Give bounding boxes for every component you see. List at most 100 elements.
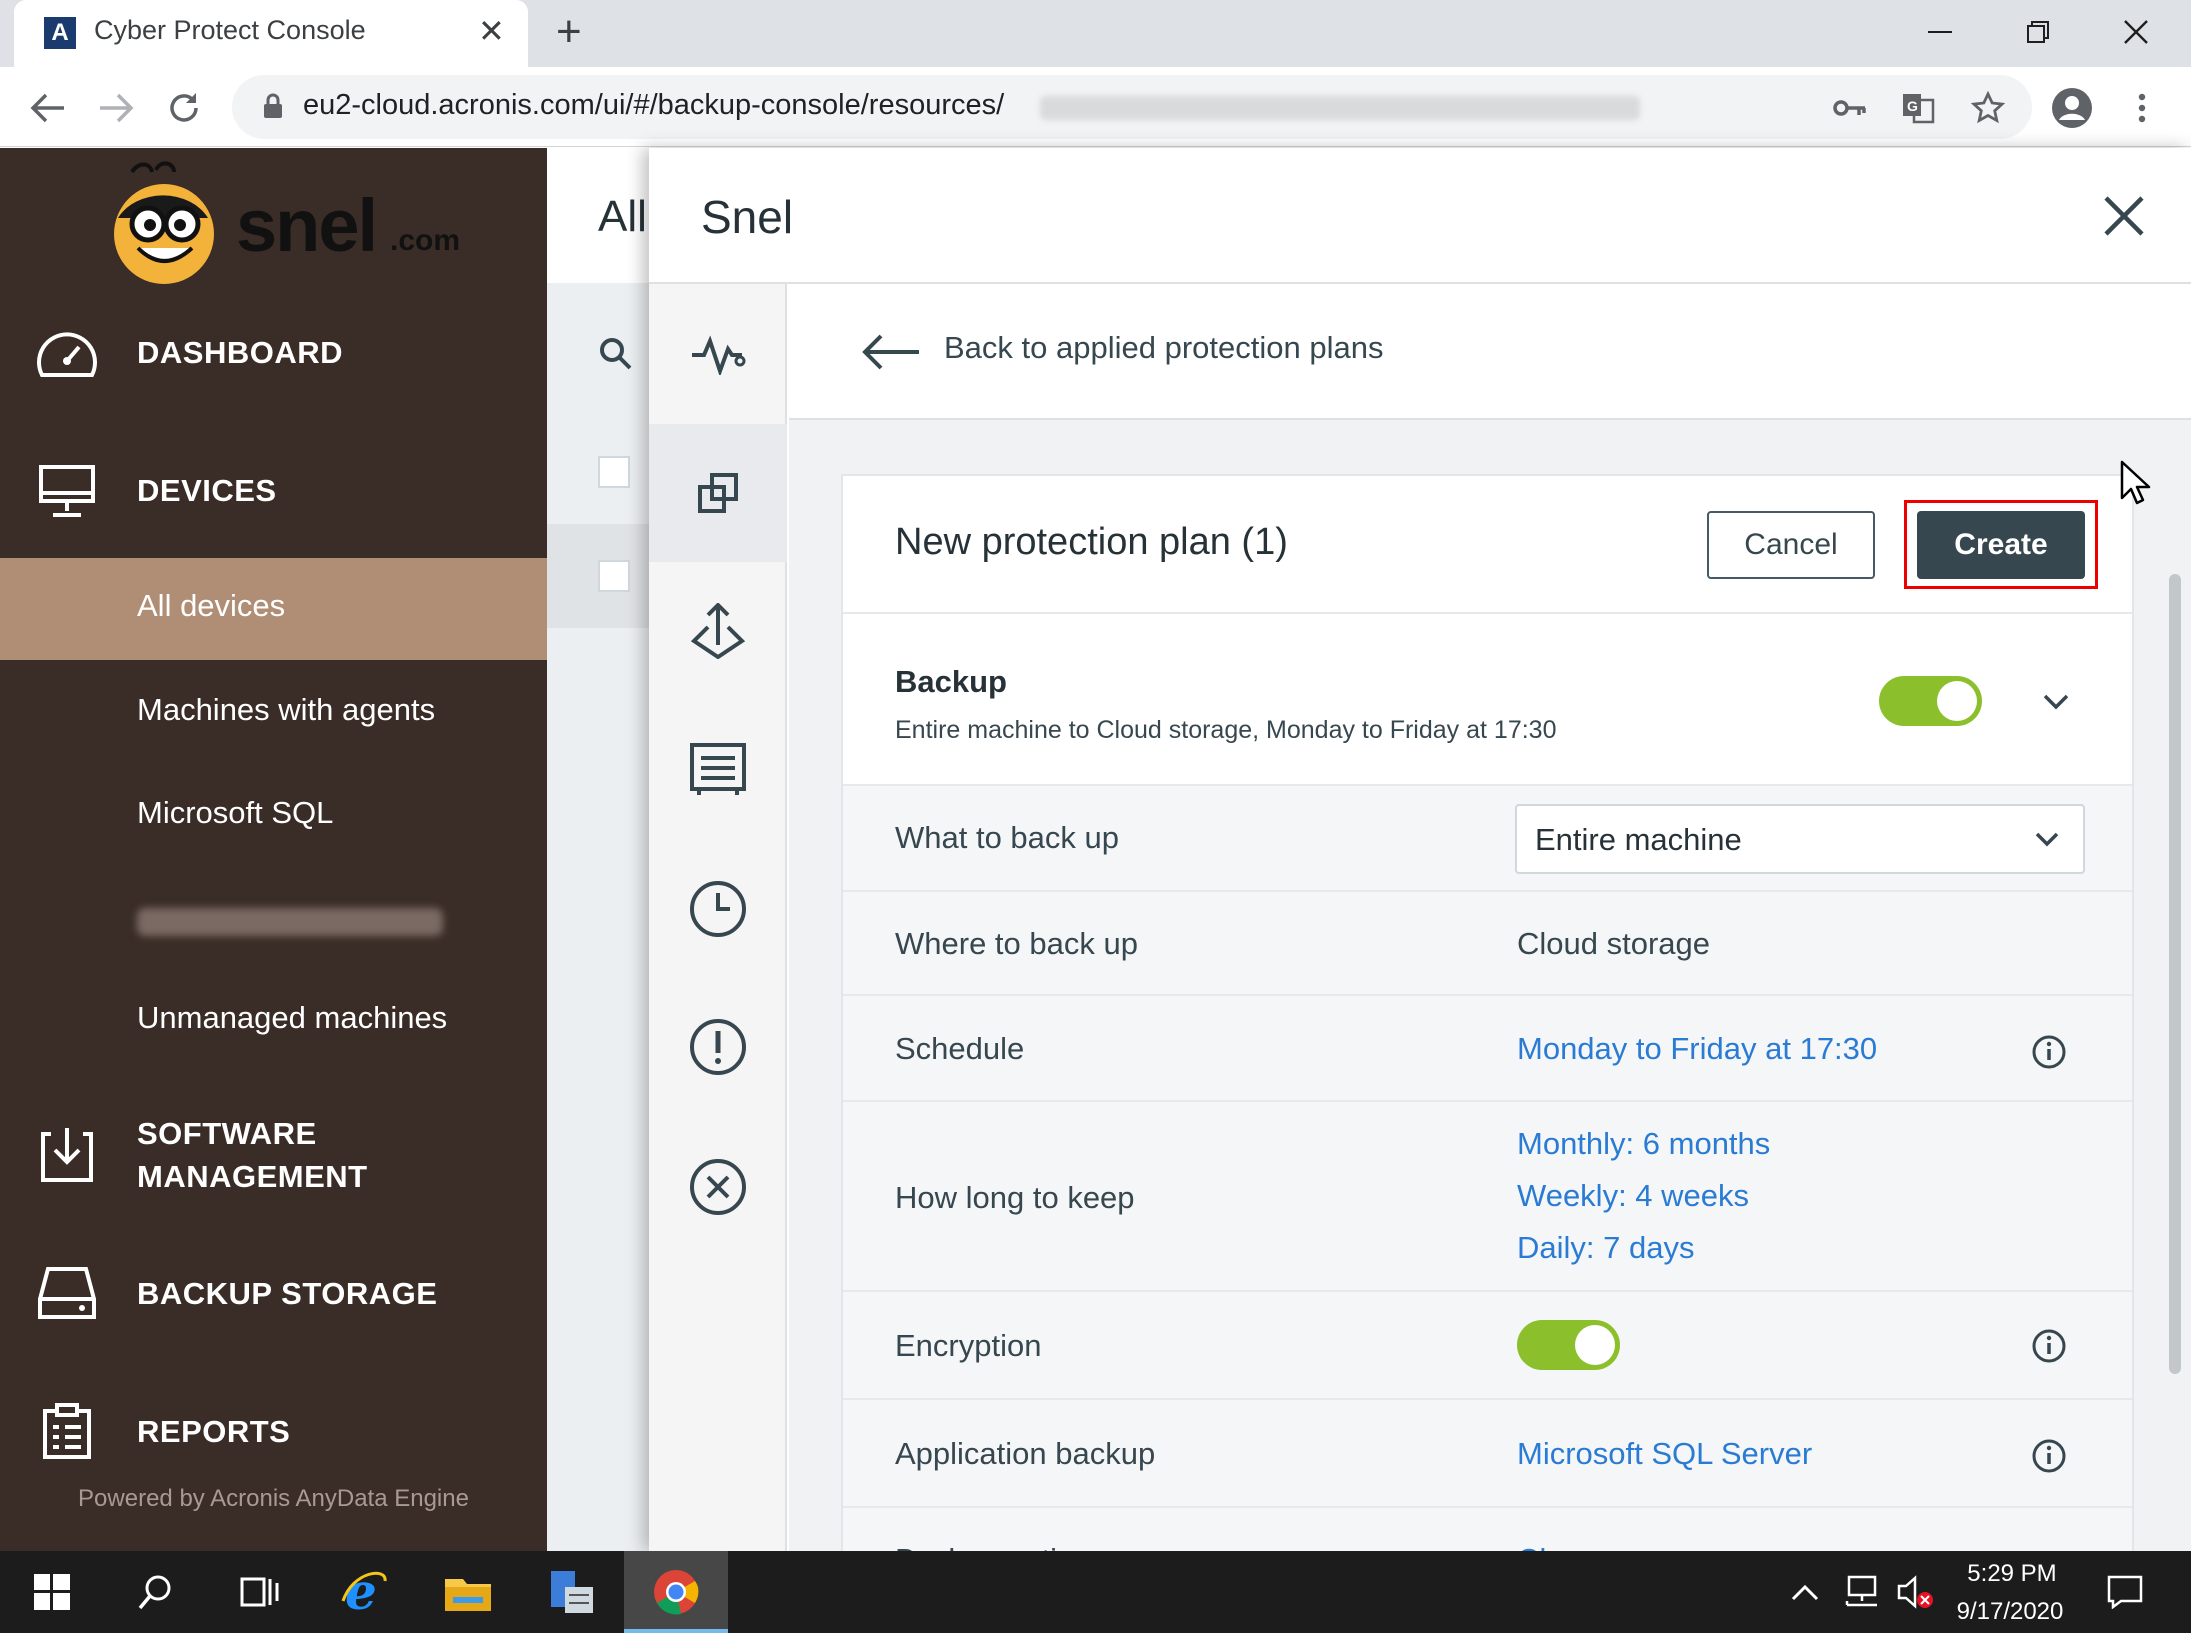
close-icon[interactable]	[2094, 186, 2154, 246]
logo-text: snel	[236, 184, 378, 267]
panel-title: Snel	[701, 191, 794, 243]
translate-icon[interactable]: G	[1896, 86, 1940, 130]
info-icon[interactable]	[2031, 1328, 2067, 1364]
select-all-checkbox[interactable]	[598, 456, 630, 488]
taskbar-date[interactable]: 9/17/2020	[1950, 1598, 2070, 1626]
schedule-link[interactable]: Monday to Friday at 17:30	[1517, 1031, 1877, 1067]
panel-icon-bar	[649, 284, 787, 1551]
minimize-icon[interactable]	[1905, 6, 1975, 58]
row-checkbox[interactable]	[598, 560, 630, 592]
volume-muted-icon[interactable]	[1890, 1551, 1940, 1633]
nav-reports-label: REPORTS	[137, 1414, 291, 1449]
history-clock-icon[interactable]	[649, 840, 787, 978]
tab-close-icon[interactable]: ✕	[478, 12, 505, 50]
nav-backup-storage-label: BACKUP STORAGE	[137, 1276, 438, 1311]
report-clipboard-icon	[32, 1396, 102, 1466]
what-to-backup-select[interactable]: Entire machine	[1515, 804, 2085, 874]
encryption-row: Encryption	[843, 1290, 2132, 1398]
back-arrow-icon[interactable]	[861, 332, 921, 372]
internet-explorer-icon[interactable]: e	[312, 1551, 416, 1633]
file-explorer-icon[interactable]	[416, 1551, 520, 1633]
chevron-down-icon[interactable]	[2041, 692, 2071, 712]
where-to-backup-row: Where to back up Cloud storage	[843, 890, 2132, 994]
profile-avatar-icon[interactable]	[2050, 86, 2094, 130]
nav-dashboard-label: DASHBOARD	[137, 335, 343, 370]
cancel-button[interactable]: Cancel	[1707, 511, 1875, 579]
where-to-backup-label: Where to back up	[895, 926, 1138, 961]
back-link-row[interactable]: Back to applied protection plans	[789, 284, 2191, 420]
restore-icon[interactable]	[2003, 6, 2073, 58]
nav-unmanaged-machines[interactable]: Unmanaged machines	[0, 970, 547, 1072]
notification-center-icon[interactable]	[2090, 1551, 2160, 1633]
hard-drive-icon	[32, 1258, 102, 1328]
details-list-icon[interactable]	[649, 700, 787, 838]
alerts-icon[interactable]	[649, 978, 787, 1116]
reload-icon[interactable]	[156, 80, 212, 136]
nav-software-management[interactable]: SOFTWARE MANAGEMENT	[0, 1098, 547, 1208]
nav-dashboard[interactable]: DASHBOARD	[0, 298, 547, 408]
windows-start-icon[interactable]	[0, 1551, 104, 1633]
chrome-taskbar-icon[interactable]	[624, 1551, 728, 1633]
logo-suffix: .com	[390, 224, 461, 257]
backup-title: Backup	[895, 664, 1007, 699]
nav-backup-storage[interactable]: BACKUP STORAGE	[0, 1238, 547, 1348]
show-hidden-icons-chevron-icon[interactable]	[1780, 1551, 1830, 1633]
retention-daily-link[interactable]: Daily: 7 days	[1517, 1230, 1694, 1266]
nav-microsoft-sql-label: Microsoft SQL	[137, 795, 334, 830]
back-to-plans-link[interactable]: Back to applied protection plans	[944, 330, 1383, 366]
info-icon[interactable]	[2031, 1438, 2067, 1474]
devices-page-title: All	[598, 192, 647, 241]
nav-reports[interactable]: REPORTS	[0, 1376, 547, 1486]
info-icon[interactable]	[2031, 1034, 2067, 1070]
scrollbar[interactable]	[2169, 574, 2181, 1374]
nav-redacted-group[interactable]	[0, 868, 547, 970]
kebab-menu-icon[interactable]	[2120, 86, 2164, 130]
nav-machines-with-agents[interactable]: Machines with agents	[0, 662, 547, 764]
taskbar-search-icon[interactable]	[104, 1551, 208, 1633]
taskbar-time[interactable]: 5:29 PM	[1962, 1560, 2062, 1588]
backup-toggle[interactable]	[1879, 676, 1982, 726]
application-backup-link[interactable]: Microsoft SQL Server	[1517, 1436, 1812, 1472]
nav-all-devices-label: All devices	[137, 588, 286, 623]
backup-options-row: Backup options Change	[843, 1506, 2132, 1554]
new-tab-button[interactable]: +	[556, 6, 582, 58]
retention-row: How long to keep Monthly: 6 months Weekl…	[843, 1100, 2132, 1290]
nav-all-devices[interactable]: All devices	[0, 558, 547, 660]
create-button-highlight	[1904, 500, 2098, 589]
key-icon[interactable]	[1828, 86, 1872, 130]
activity-pulse-icon[interactable]	[649, 284, 787, 422]
nav-devices-label: DEVICES	[137, 473, 277, 508]
network-icon[interactable]	[1836, 1551, 1886, 1633]
where-to-backup-value[interactable]: Cloud storage	[1517, 926, 1710, 962]
acronis-favicon-icon: A	[44, 17, 76, 49]
server-manager-icon[interactable]	[520, 1551, 624, 1633]
redacted-label	[137, 908, 443, 936]
snel-logo: snel .com	[98, 148, 461, 288]
retention-weekly-link[interactable]: Weekly: 4 weeks	[1517, 1178, 1749, 1214]
nav-software-label-2: MANAGEMENT	[137, 1159, 368, 1194]
encryption-toggle[interactable]	[1517, 1320, 1620, 1370]
backup-section-header: Backup Entire machine to Cloud storage, …	[843, 612, 2132, 784]
software-download-icon	[32, 1120, 102, 1190]
window-close-icon[interactable]	[2101, 6, 2171, 58]
active-app-indicator	[624, 1629, 728, 1633]
retention-label: How long to keep	[895, 1180, 1135, 1215]
back-arrow-icon[interactable]	[20, 80, 76, 136]
speedometer-icon	[32, 318, 102, 388]
search-icon[interactable]	[598, 336, 634, 377]
protection-plans-icon[interactable]	[649, 424, 787, 562]
bookmark-star-icon[interactable]	[1966, 86, 2010, 130]
schedule-label: Schedule	[895, 1031, 1025, 1066]
retention-monthly-link[interactable]: Monthly: 6 months	[1517, 1126, 1770, 1162]
forward-arrow-icon[interactable]	[88, 80, 144, 136]
what-to-backup-label: What to back up	[895, 820, 1120, 855]
nav-microsoft-sql[interactable]: Microsoft SQL	[0, 765, 547, 867]
nav-devices[interactable]: DEVICES	[0, 438, 547, 548]
recovery-icon[interactable]	[649, 562, 787, 700]
screen: { "browser": { "tab_title": "Cyber Prote…	[0, 0, 2191, 1633]
protection-plan-card: New protection plan (1) Cancel Create Ba…	[841, 474, 2134, 1554]
nav-unmanaged-machines-label: Unmanaged machines	[137, 1000, 448, 1035]
schedule-row: Schedule Monday to Friday at 17:30	[843, 994, 2132, 1100]
cancel-circle-icon[interactable]	[649, 1118, 787, 1256]
task-view-icon[interactable]	[208, 1551, 312, 1633]
